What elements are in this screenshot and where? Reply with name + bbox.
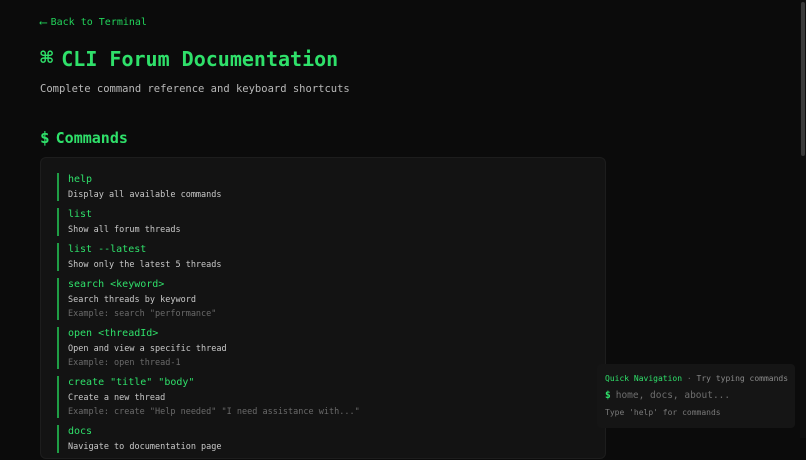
scrollbar-thumb[interactable] (801, 2, 805, 156)
arrow-left-icon: ⟵ (40, 16, 47, 29)
command-item-docs: docs Navigate to documentation page (57, 425, 589, 453)
command-description: Search threads by keyword (68, 295, 196, 305)
dollar-prompt-icon: $ (40, 128, 50, 147)
command-example: Example: search "performance" (68, 309, 217, 319)
commands-section-title: $ Commands (40, 128, 128, 147)
command-name: open <threadId> (68, 328, 159, 339)
quick-navigation-separator: · (686, 374, 692, 383)
command-item-list: list Show all forum threads (57, 208, 589, 236)
command-name: list (68, 209, 93, 220)
command-description: Create a new thread (68, 393, 166, 403)
page-subtitle: Complete command reference and keyboard … (40, 83, 350, 95)
commands-section-title-text: Commands (55, 128, 128, 147)
quick-navigation-help-text: Type 'help' for commands (605, 408, 721, 417)
command-description: Display all available commands (68, 190, 222, 200)
command-description: Show all forum threads (68, 225, 181, 235)
back-link-label: Back to Terminal (50, 17, 147, 28)
command-name: create "title" "body" (68, 377, 195, 388)
quick-navigation-hint: Try typing commands (696, 374, 789, 383)
command-item-search: search <keyword> Search threads by keywo… (57, 278, 589, 320)
quick-navigation-input[interactable] (615, 390, 786, 401)
command-item-create: create "title" "body" Create a new threa… (57, 376, 589, 418)
command-item-help: help Display all available commands (57, 173, 589, 201)
command-item-open: open <threadId> Open and view a specific… (57, 327, 589, 369)
back-to-terminal-link[interactable]: ⟵ Back to Terminal (40, 16, 147, 29)
quick-navigation-input-row: $ (605, 390, 786, 401)
dollar-prompt-icon: $ (605, 390, 611, 401)
quick-navigation-title: Quick Navigation (605, 374, 683, 383)
page-scrollbar[interactable] (800, 0, 806, 438)
quick-navigation-panel: Quick Navigation · Try typing commands $… (597, 364, 795, 428)
command-description: Open and view a specific thread (68, 344, 227, 354)
page-title: ⌘ CLI Forum Documentation (40, 46, 338, 71)
quick-navigation-header: Quick Navigation · Try typing commands (605, 374, 788, 383)
command-example: Example: open thread-1 (68, 358, 181, 368)
page-title-text: CLI Forum Documentation (61, 46, 339, 71)
command-name: help (68, 174, 93, 185)
command-description: Navigate to documentation page (68, 442, 222, 452)
command-item-list-latest: list --latest Show only the latest 5 thr… (57, 243, 589, 271)
command-description: Show only the latest 5 threads (68, 260, 222, 270)
commands-list: help Display all available commands list… (57, 173, 589, 460)
command-key-icon: ⌘ (40, 46, 54, 71)
command-name: search <keyword> (68, 279, 165, 290)
command-name: list --latest (68, 244, 147, 255)
command-example: Example: create "Help needed" "I need as… (68, 407, 360, 417)
command-name: docs (68, 426, 93, 437)
commands-panel: help Display all available commands list… (40, 157, 606, 459)
